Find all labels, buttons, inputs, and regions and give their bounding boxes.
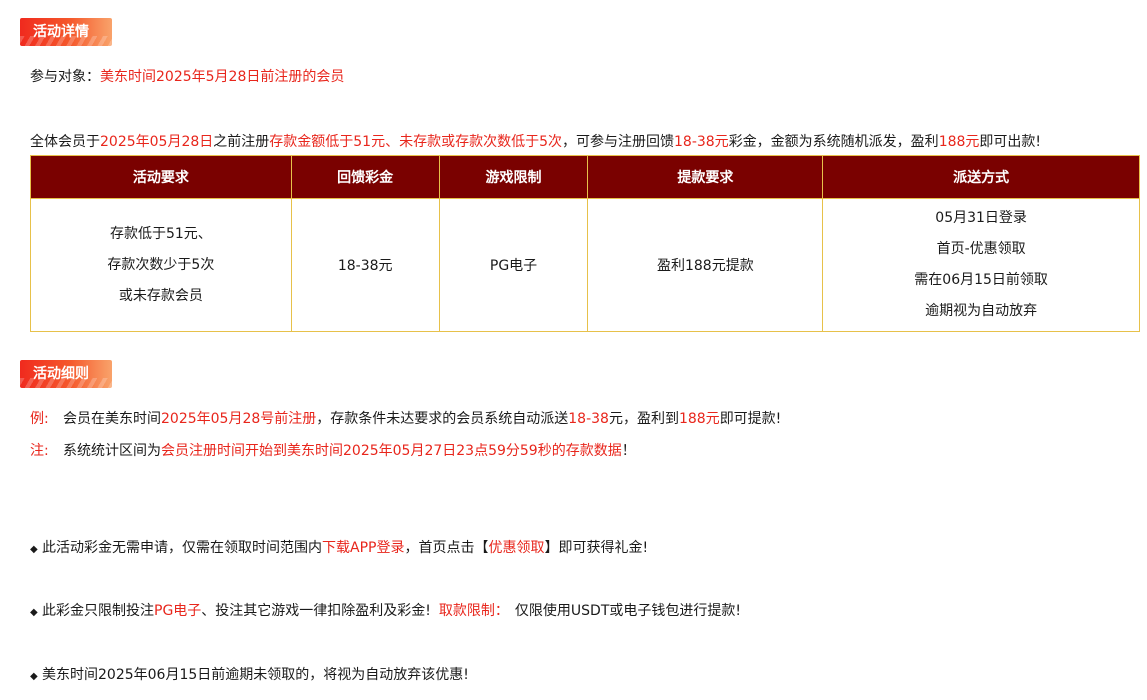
header-bonus: 回馈彩金 (290, 155, 440, 199)
activity-rules-badge: 活动细则 (20, 360, 112, 388)
delivery-line: 首页-优惠领取 (936, 241, 1026, 257)
diamond-bullet-icon: ◆ (30, 607, 38, 618)
badge-label: 活动详情 (33, 24, 89, 40)
intro-text: ，可参与注册回馈 (562, 134, 674, 150)
cell-delivery: 05月31日登录 首页-优惠领取 需在06月15日前领取 逾期视为自动放弃 (822, 198, 1140, 332)
note-range: 会员注册时间开始到美东时间2025年05月27日23点59分59秒的存款数据 (161, 443, 622, 459)
delivery-line: 需在06月15日前领取 (914, 272, 1048, 288)
cell-bonus: 18-38元 (290, 198, 440, 332)
table-header-row: 活动要求 回馈彩金 游戏限制 提款要求 派送方式 (30, 155, 1140, 199)
header-game: 游戏限制 (438, 155, 589, 199)
promo-table: 活动要求 回馈彩金 游戏限制 提款要求 派送方式 存款低于51元、 存款次数少于… (30, 155, 1140, 332)
note-text: ！ (621, 443, 636, 459)
header-requirement: 活动要求 (30, 155, 292, 199)
cell-requirement: 存款低于51元、 存款次数少于5次 或未存款会员 (30, 198, 292, 332)
bullet-text: 此彩金只限制投注 (42, 603, 154, 619)
badge-label: 活动细则 (33, 366, 89, 382)
note-text: 系统统计区间为 (63, 443, 161, 459)
example-date: 2025年05月28号前注册 (161, 411, 317, 427)
bullet-highlight: PG电子 (154, 603, 202, 619)
diamond-bullet-icon: ◆ (30, 671, 38, 682)
example-text: 即可提款! (719, 411, 782, 427)
bullet-text: ，首页点击【 (404, 540, 489, 556)
bullet-text: 美东时间2025年06月15日前逾期未领取的，将视为自动放弃该优惠! (42, 667, 469, 683)
example-profit: 188元 (678, 411, 720, 427)
intro-text: 即可出款! (979, 134, 1042, 150)
note-label: 注: (30, 443, 49, 459)
withdraw-limit-label: 取款限制： (438, 603, 509, 619)
requirement-line: 或未存款会员 (118, 287, 203, 304)
header-delivery: 派送方式 (822, 155, 1140, 199)
target-audience-line: 参与对象：美东时间2025年5月28日前注册的会员 (30, 66, 344, 86)
intro-profit: 188元 (938, 134, 980, 150)
intro-paragraph: 全体会员于2025年05月28日之前注册存款金额低于51元、未存款或存款次数低于… (30, 131, 1041, 151)
note-line: 注: 系统统计区间为会员注册时间开始到美东时间2025年05月27日23点59分5… (30, 440, 636, 460)
cell-withdraw: 盈利188元提款 (587, 198, 824, 332)
bullet-item-2: ◆ 此彩金只限制投注PG电子、投注其它游戏一律扣除盈利及彩金! 取款限制： 仅限使用U… (30, 600, 741, 620)
example-line: 例: 会员在美东时间2025年05月28号前注册，存款条件未达要求的会员系统自动派… (30, 408, 781, 428)
bullet-highlight: 优惠领取 (488, 540, 545, 556)
example-text: 元，盈利到 (608, 411, 679, 427)
diamond-bullet-icon: ◆ (30, 544, 38, 555)
example-text: ，存款条件未达要求的会员系统自动派送 (316, 411, 569, 427)
intro-text: 之前注册 (213, 134, 270, 150)
table-row: 存款低于51元、 存款次数少于5次 或未存款会员 18-38元 PG电子 盈利1… (30, 198, 1140, 332)
example-text: 会员在美东时间 (63, 411, 161, 427)
bullet-text: 此活动彩金无需申请，仅需在领取时间范围内 (42, 540, 322, 556)
delivery-line: 逾期视为自动放弃 (925, 303, 1038, 319)
example-bonus: 18-38 (568, 411, 609, 427)
header-withdraw: 提款要求 (587, 155, 824, 199)
bullet-highlight: 下载APP登录 (322, 540, 405, 556)
bullet-item-1: ◆ 此活动彩金无需申请，仅需在领取时间范围内下载APP登录，首页点击【优惠领取】即… (30, 537, 648, 557)
requirement-line: 存款次数少于5次 (107, 256, 215, 273)
cell-game: PG电子 (438, 198, 589, 332)
intro-condition: 存款金额低于51元、未存款或存款次数低于5次 (269, 134, 562, 150)
target-label: 参与对象： (30, 69, 100, 85)
target-value: 美东时间2025年5月28日前注册的会员 (100, 69, 345, 85)
intro-text: 全体会员于 (30, 134, 100, 150)
bullet-text: 】即可获得礼金! (544, 540, 649, 556)
example-label: 例: (30, 411, 49, 427)
bullet-item-3: ◆ 美东时间2025年06月15日前逾期未领取的，将视为自动放弃该优惠! (30, 664, 469, 684)
intro-bonus: 18-38元 (674, 134, 729, 150)
activity-details-badge: 活动详情 (20, 18, 112, 46)
intro-text: 彩金，金额为系统随机派发，盈利 (728, 134, 939, 150)
requirement-line: 存款低于51元、 (109, 225, 212, 242)
bullet-text: 仅限使用USDT或电子钱包进行提款! (514, 603, 741, 619)
delivery-line: 05月31日登录 (935, 210, 1027, 226)
intro-date: 2025年05月28日 (100, 134, 214, 150)
bullet-text: 、投注其它游戏一律扣除盈利及彩金! (201, 603, 431, 619)
